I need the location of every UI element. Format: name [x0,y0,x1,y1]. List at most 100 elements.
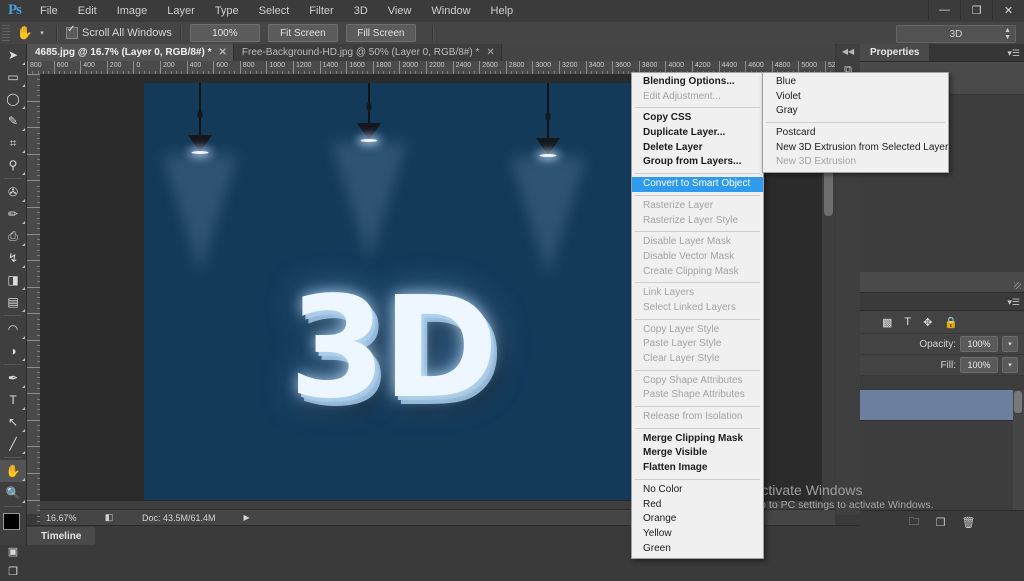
menu-item-duplicate-layer[interactable]: Duplicate Layer... [632,126,763,141]
menu-filter[interactable]: Filter [299,0,343,22]
new-layer-icon[interactable]: ❐ [936,516,946,529]
brush-tool[interactable]: ✏ [0,203,26,225]
rectangular-marquee-tool[interactable]: ▭ [0,66,26,88]
minimize-button[interactable]: — [928,0,960,20]
panel-menu-icon[interactable]: ▾☰ [1007,48,1020,59]
menu-item-link-layers: Link Layers [643,287,695,299]
close-button[interactable]: ✕ [992,0,1024,20]
line-tool[interactable]: ╱ [0,433,26,455]
history-brush-tool[interactable]: ↯ [0,247,26,269]
menu-item-blue[interactable]: Blue [763,75,948,90]
quick-mask-icon[interactable]: ▣ [0,541,26,561]
menu-item-violet[interactable]: Violet [763,90,948,105]
lock-all-icon[interactable]: 🔒 [944,316,958,329]
menu-select[interactable]: Select [249,0,300,22]
screen-mode-icon[interactable]: ❐ [0,561,26,581]
collapse-panels-icon[interactable]: ◀◀ [836,44,860,58]
checkbox-box[interactable] [66,24,78,39]
lock-transparency-icon[interactable]: ▩ [882,316,892,329]
menu-type[interactable]: Type [205,0,249,22]
hand-tool-icon[interactable]: ✋ [14,24,36,42]
blur-tool[interactable]: ◠ [0,318,26,340]
document-image[interactable]: 3D [144,83,639,514]
menu-item-copy-css[interactable]: Copy CSS [632,111,763,126]
close-icon[interactable]: ✕ [219,47,227,58]
document-tab[interactable]: Free-Background-HD.jpg @ 50% (Layer 0, R… [233,44,502,61]
path-selection-tool[interactable]: ↖ [0,411,26,433]
scrollbar-thumb[interactable] [1014,391,1022,413]
layer-row[interactable] [860,390,1024,421]
fill-dropdown-icon[interactable]: ▾ [1002,357,1018,373]
menu-window[interactable]: Window [421,0,480,22]
crop-tool[interactable]: ⌗ [0,132,26,154]
tab-properties[interactable]: Properties [860,44,930,61]
menu-item-no-color[interactable]: No Color [632,483,763,498]
menu-item-gray[interactable]: Gray [763,104,948,119]
workspace-selector[interactable]: 3D ▲ ▼ [896,25,1016,43]
opacity-value[interactable]: 100% [960,336,998,352]
layer-context-menu[interactable]: Blending Options... Edit Adjustment... Cop… [631,72,764,560]
menu-view[interactable]: View [378,0,422,22]
spot-healing-brush-tool[interactable]: ✇ [0,181,26,203]
zoom-tool[interactable]: 🔍 [0,482,26,504]
color-swatches[interactable] [0,511,27,541]
menu-item-group-from-layers[interactable]: Group from Layers... [632,155,763,170]
lock-position-icon[interactable]: ✥ [923,316,932,329]
fill-screen-button[interactable]: Fill Screen [345,24,416,42]
fill-value[interactable]: 100% [960,357,998,373]
menu-item-new-3d-extrusion-from-selected-layer[interactable]: New 3D Extrusion from Selected Layer [763,141,948,156]
delete-layer-icon[interactable]: 🗑 [961,516,975,529]
scroll-all-windows-checkbox[interactable]: Scroll All Windows [66,24,172,39]
lasso-tool[interactable]: ◯ [0,88,26,110]
foreground-color-swatch[interactable] [3,513,20,530]
lock-image-pixels-icon[interactable]: T [904,316,911,328]
document-tab[interactable]: 4685.jpg @ 16.7% (Layer 0, RGB/8#) * ✕ [27,44,234,61]
document-preview-icon[interactable]: ◧ [98,512,120,523]
chevron-down-icon[interactable]: ▾ [36,29,48,37]
quick-selection-tool[interactable]: ✎ [0,110,26,132]
menu-item-blending-options[interactable]: Blending Options... [632,75,763,90]
menu-item-orange[interactable]: Orange [632,512,763,527]
layer-context-submenu[interactable]: Blue Violet Gray Postcard New 3D Extrusion f… [762,72,949,174]
menu-item-yellow[interactable]: Yellow [632,527,763,542]
pen-tool[interactable]: ✒ [0,367,26,389]
zoom-level[interactable]: 16.67% [40,513,98,523]
options-bar-grip[interactable] [2,25,10,41]
move-tool[interactable]: ➤ [0,44,26,66]
menu-file[interactable]: File [30,0,68,22]
clone-stamp-tool[interactable]: ⎙ [0,225,26,247]
close-icon[interactable]: ✕ [486,47,494,58]
menu-item-red[interactable]: Red [632,498,763,513]
new-group-icon[interactable]: 🗀 [909,513,920,532]
menu-item-green[interactable]: Green [632,542,763,557]
status-menu-arrow-icon[interactable]: ▶ [244,513,250,522]
menu-item-convert-to-smart-object[interactable]: Convert to Smart Object [632,177,763,192]
panel-resize-grip[interactable] [1014,282,1021,289]
gradient-tool[interactable]: ▤ [0,291,26,313]
menu-help[interactable]: Help [481,0,524,22]
menu-layer[interactable]: Layer [157,0,205,22]
menu-3d[interactable]: 3D [344,0,378,22]
layers-panel-menu-icon[interactable]: ▾☰ [1007,297,1020,308]
zoom-100-button[interactable]: 100% [189,24,260,42]
menu-item-postcard[interactable]: Postcard [763,126,948,141]
opacity-dropdown-icon[interactable]: ▾ [1002,336,1018,352]
layer-list-scrollbar[interactable] [1013,390,1024,510]
menu-item-flatten-image[interactable]: Flatten Image [632,461,763,476]
menu-item-delete-layer[interactable]: Delete Layer [632,141,763,156]
menu-edit[interactable]: Edit [68,0,107,22]
spinner-icon[interactable]: ▲ ▼ [1004,27,1011,41]
eyedropper-tool[interactable]: ⚲ [0,154,26,176]
ruler-tick [27,180,40,182]
horizontal-type-tool[interactable]: T [0,389,26,411]
layer-list[interactable] [860,390,1024,510]
menu-item-merge-clipping-mask[interactable]: Merge Clipping Mask [632,432,763,447]
dodge-tool[interactable]: ◑ [0,340,26,362]
menu-item-merge-visible[interactable]: Merge Visible [632,446,763,461]
restore-button[interactable]: ❐ [960,0,992,20]
hand-tool[interactable]: ✋ [0,460,26,482]
fit-screen-button[interactable]: Fit Screen [267,24,338,42]
menu-image[interactable]: Image [107,0,158,22]
eraser-tool[interactable]: ◨ [0,269,26,291]
tab-timeline[interactable]: Timeline [27,527,96,545]
